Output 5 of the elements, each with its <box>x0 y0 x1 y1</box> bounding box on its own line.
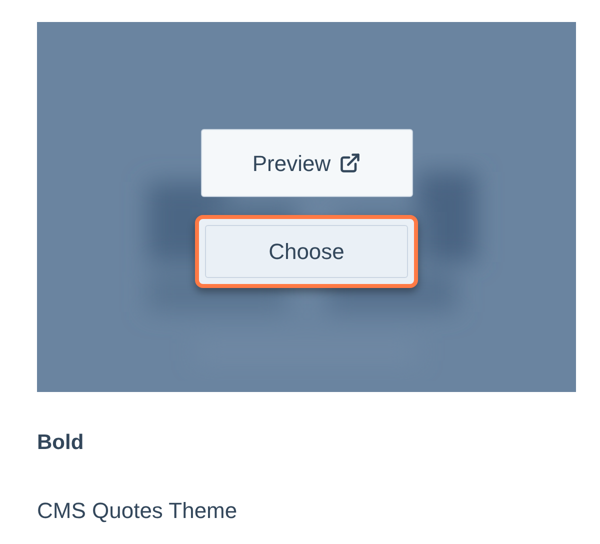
theme-subtitle: CMS Quotes Theme <box>37 496 238 524</box>
choose-button[interactable]: Choose <box>205 225 408 278</box>
external-link-icon <box>338 152 361 174</box>
theme-name: Bold <box>37 430 85 456</box>
preview-button[interactable]: Preview <box>200 129 412 197</box>
